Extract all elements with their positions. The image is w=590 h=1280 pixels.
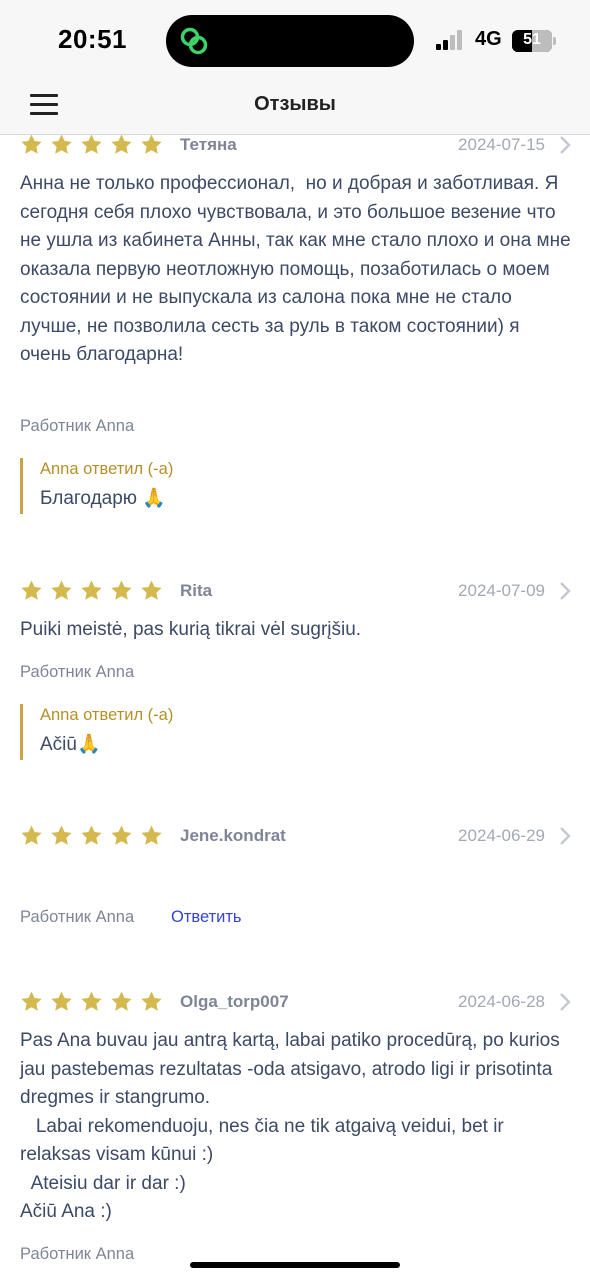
reviews-list[interactable]: Тетяна 2024-07-15 Анна не только професс… xyxy=(0,135,590,1280)
star-icon xyxy=(140,579,163,602)
star-icon xyxy=(110,579,133,602)
battery-percent: 51 xyxy=(523,31,541,48)
rating-stars xyxy=(20,579,170,605)
battery-cap xyxy=(553,37,556,45)
rating-stars xyxy=(20,990,170,1016)
star-icon xyxy=(80,135,103,156)
reply-button[interactable]: Ответить xyxy=(171,908,242,927)
rating-stars xyxy=(20,135,170,159)
dynamic-island xyxy=(166,15,414,67)
star-icon xyxy=(140,990,163,1013)
review-date: 2024-06-28 xyxy=(458,992,545,1011)
star-icon xyxy=(110,990,133,1013)
star-icon xyxy=(20,579,43,602)
star-icon xyxy=(50,824,73,847)
review-worker: Работник Anna xyxy=(20,663,135,681)
page-title: Отзывы xyxy=(254,93,336,115)
star-icon xyxy=(110,135,133,156)
review-header[interactable]: Olga_torp007 2024-06-28 xyxy=(0,990,590,1022)
star-icon xyxy=(50,135,73,156)
chevron-right-icon[interactable] xyxy=(558,581,572,601)
review-header[interactable]: Rita 2024-07-09 xyxy=(0,579,590,611)
star-icon xyxy=(20,135,43,156)
star-icon xyxy=(50,990,73,1013)
review-worker: Работник Anna xyxy=(20,417,135,435)
review-text: Pas Ana buvau jau antrą kartą, labai pat… xyxy=(20,1030,560,1222)
battery-icon: 51 xyxy=(512,30,552,52)
review-text: Анна не только профессионал, но и добрая… xyxy=(20,173,576,365)
nav-bar: Отзывы xyxy=(0,80,590,135)
owner-reply: Anna ответил (-а) Ačiū🙏 xyxy=(20,704,560,760)
reply-author: Anna ответил (-а) xyxy=(40,706,174,724)
owner-reply: Anna ответил (-а) Благодарю 🙏 xyxy=(20,458,560,514)
review-worker: Работник Anna xyxy=(20,1245,135,1263)
review-date: 2024-07-09 xyxy=(458,581,545,600)
star-icon xyxy=(80,824,103,847)
chevron-right-icon[interactable] xyxy=(558,992,572,1012)
reply-text: Ačiū🙏 xyxy=(40,734,101,755)
reply-text: Благодарю 🙏 xyxy=(40,488,166,509)
star-icon xyxy=(140,824,163,847)
review-author: Jene.kondrat xyxy=(180,826,286,845)
star-icon xyxy=(110,824,133,847)
home-indicator[interactable] xyxy=(190,1262,400,1268)
review-author: Olga_torp007 xyxy=(180,992,289,1011)
review-worker: Работник Anna xyxy=(20,908,135,926)
status-time: 20:51 xyxy=(58,24,127,54)
star-icon xyxy=(50,579,73,602)
link-rings-icon xyxy=(180,27,208,55)
star-icon xyxy=(140,135,163,156)
review-date: 2024-07-15 xyxy=(458,135,545,154)
review-header[interactable]: Тетяна 2024-07-15 xyxy=(0,135,590,165)
rating-stars xyxy=(20,824,170,850)
status-bar: 20:51 4G 51 xyxy=(0,0,590,80)
star-icon xyxy=(80,990,103,1013)
review-author: Rita xyxy=(180,581,213,600)
cellular-signal-icon xyxy=(436,30,468,50)
review-header[interactable]: Jene.kondrat 2024-06-29 xyxy=(0,824,590,856)
chevron-right-icon[interactable] xyxy=(558,826,572,846)
network-type: 4G xyxy=(475,28,502,50)
reply-author: Anna ответил (-а) xyxy=(40,460,174,478)
review-author: Тетяна xyxy=(180,135,237,154)
star-icon xyxy=(80,579,103,602)
chevron-right-icon[interactable] xyxy=(558,135,572,155)
review-date: 2024-06-29 xyxy=(458,826,545,845)
star-icon xyxy=(20,990,43,1013)
review-text: Puiki meistė, pas kurią tikrai vėl sugrį… xyxy=(20,619,362,640)
star-icon xyxy=(20,824,43,847)
